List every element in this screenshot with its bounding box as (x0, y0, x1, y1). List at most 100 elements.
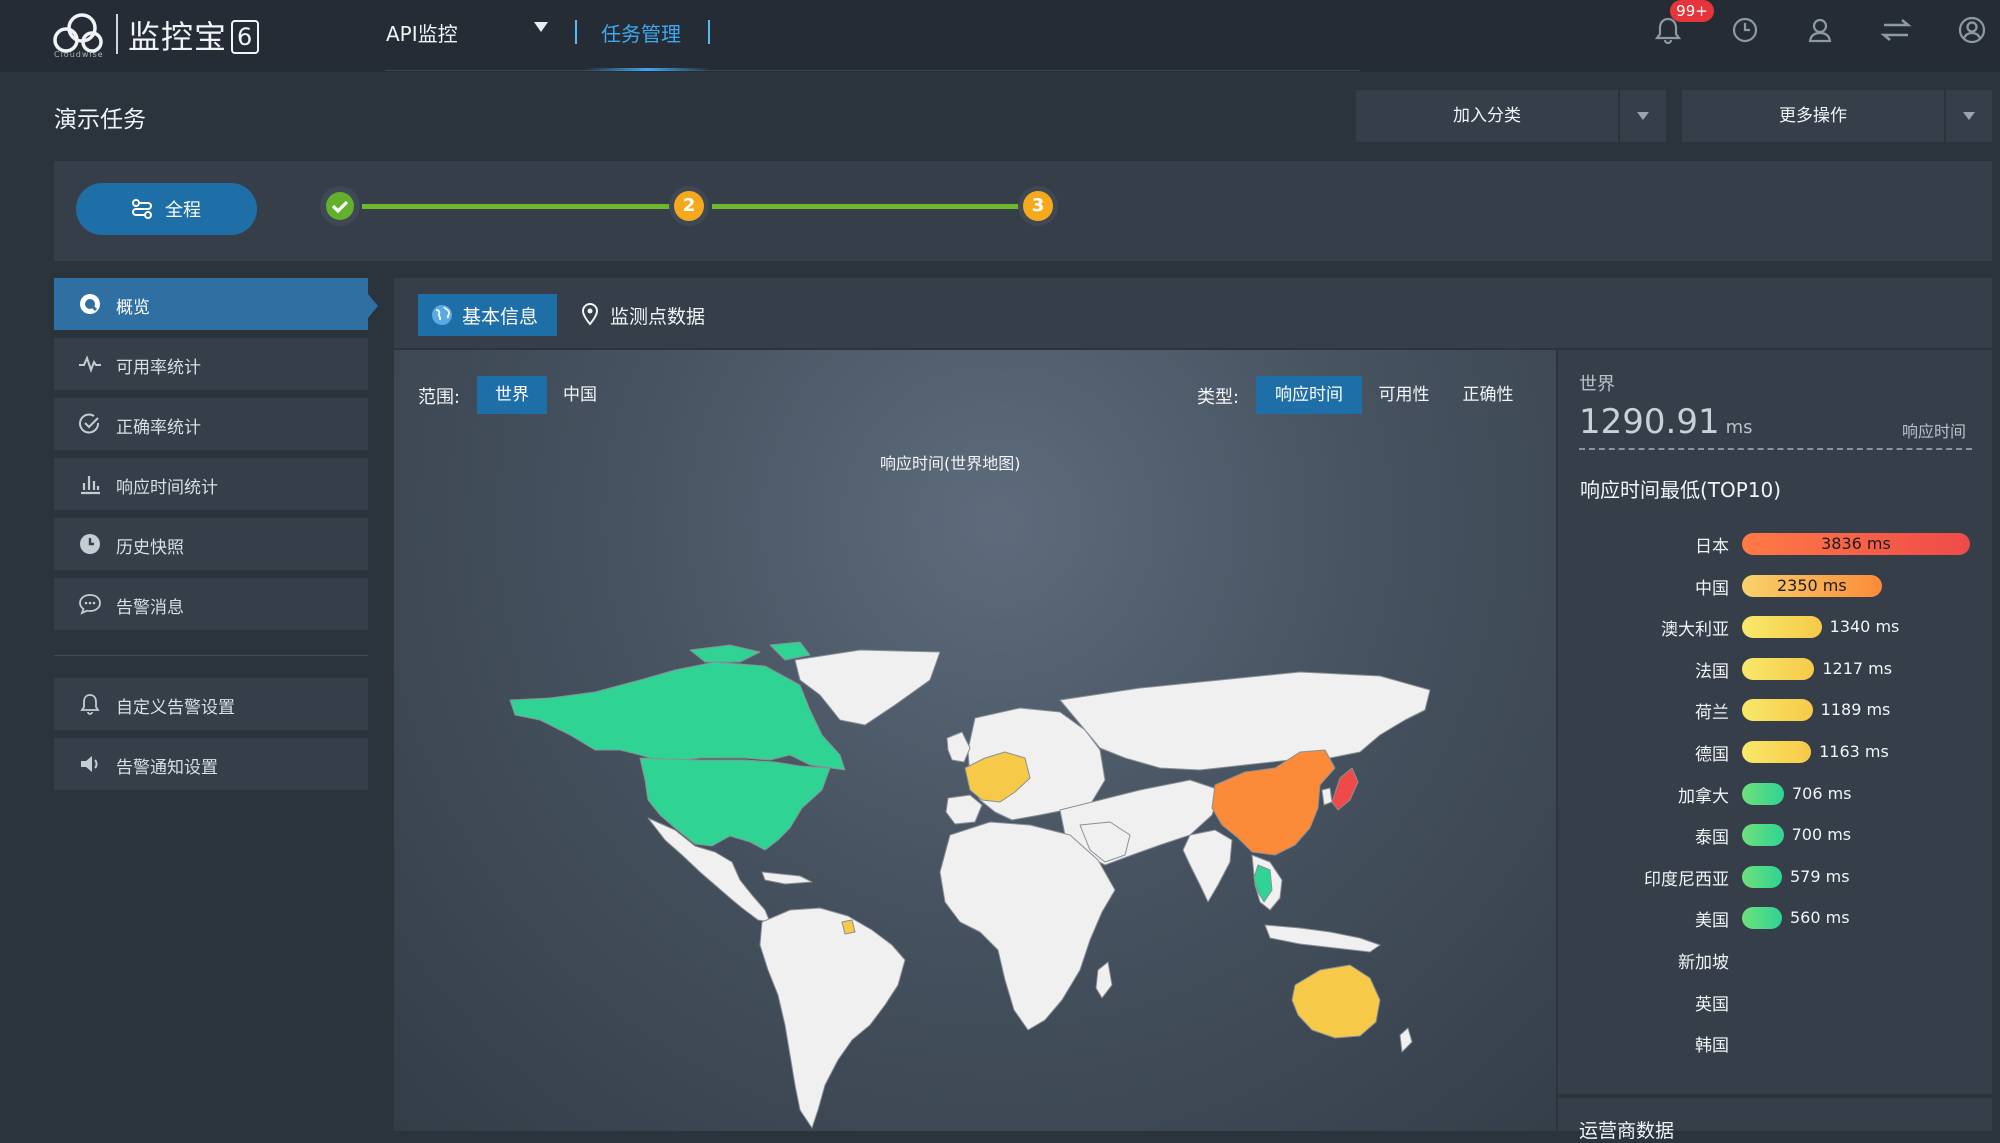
logo-separator (116, 14, 118, 54)
top10-title: 响应时间最低(TOP10) (1580, 478, 1782, 502)
rank-country-name: 印度尼西亚 (1644, 869, 1729, 890)
tab-monitor-data-label: 监测点数据 (610, 306, 706, 328)
rank-bar (1742, 865, 1782, 888)
check-circle-icon (79, 413, 100, 434)
logo-subtext: Cloudwise (54, 50, 104, 59)
world-map[interactable] (500, 640, 1450, 1131)
sidebar-item-response-time[interactable]: 响应时间统计 (54, 458, 368, 510)
operator-section-title: 运营商数据 (1579, 1120, 1675, 1142)
map-greenland (794, 649, 941, 726)
rank-country-name: 日本 (1695, 537, 1729, 557)
type-correctness-chip[interactable]: 正确性 (1446, 376, 1530, 414)
summary-divider (1579, 448, 1972, 450)
map-uk (946, 731, 971, 763)
map-india (1182, 829, 1233, 903)
overview-icon (80, 294, 100, 314)
sidebar-item-label: 历史快照 (116, 538, 184, 558)
sidebar-item-alerts[interactable]: 告警消息 (54, 578, 368, 630)
map-caribbean (761, 871, 813, 885)
sidebar-item-label: 概览 (116, 298, 150, 318)
nav-active-indicator (585, 68, 710, 71)
chevron-down-icon[interactable] (534, 22, 548, 32)
add-category-dropdown[interactable] (1619, 90, 1666, 142)
chat-icon (79, 594, 101, 615)
map-new-zealand (1399, 1027, 1413, 1053)
clock-icon[interactable] (1729, 14, 1761, 46)
add-category-label: 加入分类 (1453, 106, 1521, 126)
map-russia (1059, 671, 1431, 771)
scope-china-chip[interactable]: 中国 (547, 376, 613, 414)
map-indonesia (1264, 924, 1381, 953)
map-iberia (945, 794, 983, 825)
rank-bar (1742, 616, 1822, 639)
scope-label: 范围: (418, 387, 461, 408)
map-madagascar (1095, 961, 1113, 999)
map-south-america (759, 907, 906, 1129)
sidebar-item-notification[interactable]: 告警通知设置 (54, 738, 368, 790)
app-logo-text: 监控宝 6 (128, 12, 260, 58)
rank-country-name: 德国 (1695, 745, 1729, 765)
rank-value: 700 ms (1791, 825, 1852, 845)
step-3-number: 3 (1023, 191, 1053, 221)
summary-value-number: 1290.91 (1579, 402, 1720, 442)
summary-unit: ms (1725, 417, 1753, 438)
full-process-label: 全程 (165, 200, 201, 221)
rank-value: 1189 ms (1820, 700, 1891, 720)
map-canada-islands (689, 641, 811, 663)
map-australia (1291, 964, 1381, 1039)
sidebar-item-label: 可用率统计 (116, 358, 201, 378)
user-icon[interactable] (1804, 14, 1836, 46)
more-actions-dropdown[interactable] (1945, 90, 1992, 142)
type-availability-chip[interactable]: 可用性 (1362, 376, 1446, 414)
step-connector (712, 204, 1022, 209)
rank-bar (1742, 741, 1812, 763)
sidebar-item-overview[interactable]: 概览 (54, 278, 368, 330)
sidebar-item-custom-alert[interactable]: 自定义告警设置 (54, 678, 368, 730)
rank-bar (1742, 657, 1815, 680)
map-africa (939, 821, 1116, 1031)
step-3[interactable]: 3 (1018, 186, 1058, 226)
rank-country-name: 新加坡 (1678, 953, 1729, 973)
switch-icon[interactable] (1880, 14, 1912, 46)
tab-basic-info[interactable]: 基本信息 (418, 294, 557, 336)
sidebar-item-label: 自定义告警设置 (116, 698, 235, 718)
rank-country-name: 英国 (1695, 994, 1729, 1015)
rank-value: 1163 ms (1819, 742, 1889, 761)
add-category-button[interactable]: 加入分类 (1356, 90, 1618, 142)
rank-country-name: 美国 (1695, 911, 1729, 932)
sidebar-item-correctness[interactable]: 正确率统计 (54, 398, 368, 450)
step-2-number: 2 (674, 191, 704, 221)
rank-value: 2350 ms (1776, 575, 1847, 595)
sidebar-item-label: 告警消息 (116, 598, 184, 618)
sidebar-item-label: 正确率统计 (116, 418, 201, 438)
map-japan (1331, 767, 1359, 811)
type-response-chip[interactable]: 响应时间 (1256, 376, 1362, 414)
nav-baseline (385, 70, 1360, 71)
rank-value: 579 ms (1790, 866, 1850, 886)
rank-country-name: 法国 (1695, 661, 1729, 682)
rank-country-name: 中国 (1695, 578, 1729, 599)
scope-world-chip[interactable]: 世界 (477, 376, 547, 414)
step-2[interactable]: 2 (669, 186, 709, 226)
rank-country-name: 荷兰 (1695, 703, 1729, 724)
rank-value: 3836 ms (1821, 534, 1891, 553)
panel-divider (1558, 1094, 1992, 1098)
rank-bar (1742, 907, 1782, 930)
rank-value: 706 ms (1791, 783, 1852, 803)
nav-api-monitor[interactable]: API监控 (386, 18, 458, 47)
more-actions-button[interactable]: 更多操作 (1682, 90, 1944, 142)
bell-icon (80, 694, 100, 715)
nav-task-management[interactable]: 任务管理 (601, 18, 681, 47)
sidebar-item-label: 响应时间统计 (116, 478, 218, 498)
sidebar-item-availability[interactable]: 可用率统计 (54, 338, 368, 390)
sidebar-divider (54, 655, 368, 656)
sidebar-item-label: 告警通知设置 (116, 758, 218, 778)
sidebar-item-history[interactable]: 历史快照 (54, 518, 368, 570)
account-icon[interactable] (1956, 14, 1988, 46)
pulse-icon (79, 355, 101, 373)
step-1-complete[interactable] (320, 186, 360, 226)
rank-bar (1742, 824, 1784, 847)
full-process-button[interactable]: 全程 (76, 183, 257, 235)
step-connector (362, 204, 672, 209)
caret-down-icon (1963, 112, 1975, 120)
